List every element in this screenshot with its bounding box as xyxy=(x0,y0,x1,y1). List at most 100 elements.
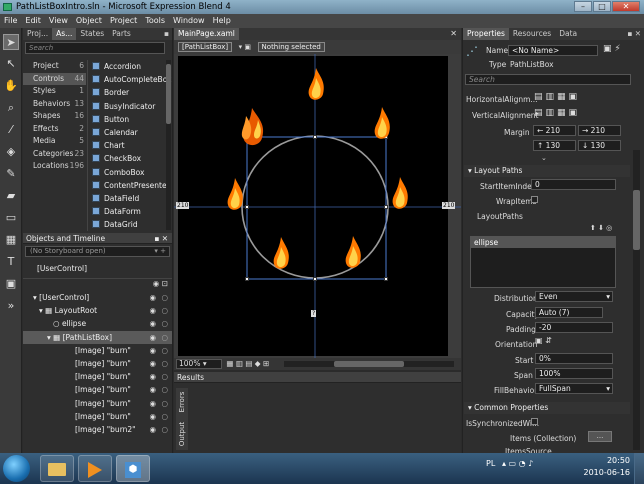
menu-window[interactable]: Window xyxy=(169,14,209,28)
lock-icon[interactable]: ○ xyxy=(161,344,168,357)
eye-icon[interactable]: ◉ xyxy=(149,357,156,370)
tab-data[interactable]: Data xyxy=(555,28,581,40)
design-surface[interactable]: 210 210 ? ? xyxy=(174,54,461,358)
category-styles[interactable]: Styles 1 xyxy=(23,85,86,98)
lock-icon[interactable]: ○ xyxy=(161,357,168,370)
start-button[interactable] xyxy=(3,455,30,482)
wrap-items-checkbox[interactable] xyxy=(531,196,538,203)
tab-mainpage-xaml[interactable]: MainPage.xaml xyxy=(174,28,239,40)
tree-item-image[interactable]: [Image] "burn" ◉ ○ xyxy=(23,410,172,423)
items-edit-button[interactable]: ... xyxy=(588,431,612,442)
is-synchronized-checkbox[interactable] xyxy=(531,418,538,425)
common-properties-section-header[interactable]: ▾ Common Properties xyxy=(464,402,630,414)
pan-tool-icon[interactable]: ✋ xyxy=(3,78,19,94)
eye-icon[interactable]: ◉ xyxy=(149,291,156,304)
menu-help[interactable]: Help xyxy=(209,14,235,28)
eye-icon[interactable]: ◉ xyxy=(149,331,156,344)
asset-contentpresenter[interactable]: ContentPresenter xyxy=(88,179,170,192)
properties-scrollbar[interactable] xyxy=(633,150,640,450)
expand-advanced-icon[interactable]: ⌄ xyxy=(541,154,547,162)
blend-taskbar-icon[interactable]: ⬢ xyxy=(116,455,150,482)
lock-icon[interactable]: ○ xyxy=(161,304,168,317)
tab-assets[interactable]: As... xyxy=(52,28,77,40)
horizontal-scroll-thumb[interactable] xyxy=(334,361,404,367)
tree-item-layoutroot[interactable]: ▾ ▦ LayoutRoot ◉ ○ xyxy=(23,304,172,317)
events-icon[interactable]: ▣ ⚡ xyxy=(603,44,621,54)
category-project[interactable]: Project 6 xyxy=(23,60,86,73)
menu-view[interactable]: View xyxy=(45,14,72,28)
category-categories[interactable]: Categories 23 xyxy=(23,148,86,161)
eye-icon[interactable]: ◉ xyxy=(149,370,156,383)
menu-project[interactable]: Project xyxy=(106,14,141,28)
margin-top-field[interactable]: ↑ 130 xyxy=(533,140,576,151)
asset-border[interactable]: Border xyxy=(88,86,165,99)
path-list-item[interactable]: ellipse xyxy=(471,237,615,248)
resize-handle[interactable] xyxy=(313,277,317,281)
selection-tool-icon[interactable]: ➤ xyxy=(3,34,19,50)
tree-item-image[interactable]: [Image] "burn" ◉ ○ xyxy=(23,344,172,357)
minimize-button[interactable]: – xyxy=(574,1,592,12)
tree-item-image[interactable]: [Image] "burn" ◉ ○ xyxy=(23,357,172,370)
flame-image[interactable] xyxy=(388,177,412,213)
text-tool-icon[interactable]: T xyxy=(3,254,19,270)
orientation-buttons[interactable]: ▣ ⇵ xyxy=(535,336,552,345)
fill-behavior-dropdown[interactable]: FullSpan ▾ xyxy=(535,383,613,394)
capacity-field[interactable]: Auto (7) xyxy=(535,307,603,318)
assets-scroll-thumb[interactable] xyxy=(166,64,171,124)
lock-icon[interactable]: ○ xyxy=(161,397,168,410)
breadcrumb[interactable]: [PathListBox] xyxy=(178,42,233,52)
resize-handle[interactable] xyxy=(313,135,317,139)
tab-resources[interactable]: Resources xyxy=(509,28,555,40)
pin-icon[interactable]: ▪ xyxy=(161,28,172,40)
direct-select-tool-icon[interactable]: ↖ xyxy=(3,56,19,72)
menu-object[interactable]: Object xyxy=(72,14,106,28)
menu-edit[interactable]: Edit xyxy=(21,14,45,28)
flame-image[interactable] xyxy=(341,236,365,272)
assets-scrollbar[interactable] xyxy=(166,60,171,230)
tree-item-image[interactable]: [Image] "burn" ◉ ○ xyxy=(23,397,172,410)
eye-icon[interactable]: ◉ xyxy=(153,279,160,288)
asset-calendar[interactable]: Calendar xyxy=(88,126,165,139)
pin-icon[interactable]: ▪ ✕ xyxy=(154,233,172,244)
asset-button[interactable]: Button xyxy=(88,113,165,126)
flame-image[interactable] xyxy=(223,178,247,214)
margin-right-field[interactable]: → 210 xyxy=(578,125,621,136)
path-order-icon[interactable]: ⬆ ⬇ ◎ xyxy=(590,224,612,232)
tab-output[interactable]: Output xyxy=(178,420,186,448)
lock-icon[interactable]: ○ xyxy=(161,291,168,304)
asset-chart[interactable]: Chart xyxy=(88,139,165,152)
lock-icon[interactable]: ○ xyxy=(161,370,168,383)
assets-search-input[interactable]: Search xyxy=(25,42,165,54)
tab-errors[interactable]: Errors xyxy=(178,388,186,416)
lock-icon[interactable]: ⊡ xyxy=(162,279,168,288)
eyedropper-tool-icon[interactable]: ⁄ xyxy=(3,122,19,138)
storyboard-selector[interactable]: (No Storyboard open) ▾ + xyxy=(25,246,170,257)
tree-item-ellipse[interactable]: ○ ellipse ◉ ○ xyxy=(23,317,172,330)
start-item-index-field[interactable]: 0 xyxy=(531,179,616,190)
show-desktop-button[interactable] xyxy=(634,453,644,484)
language-indicator[interactable]: PL xyxy=(486,459,495,468)
tab-states[interactable]: States xyxy=(76,28,108,40)
lock-icon[interactable]: ○ xyxy=(161,331,168,344)
asset-autocompletebox[interactable]: AutoCompleteBox xyxy=(88,73,172,86)
eye-icon[interactable]: ◉ xyxy=(149,304,156,317)
brush-tool-icon[interactable]: ▰ xyxy=(3,188,19,204)
properties-scroll-thumb[interactable] xyxy=(633,190,640,250)
margin-bottom-field[interactable]: ↓ 130 xyxy=(578,140,621,151)
flame-image[interactable] xyxy=(238,108,268,150)
snap-grid-icon[interactable]: ▦ ▥ ▤ ◆ ⊞ xyxy=(226,359,269,368)
distribution-dropdown[interactable]: Even ▾ xyxy=(535,291,613,302)
tab-parts[interactable]: Parts xyxy=(108,28,135,40)
asset-combobox[interactable]: ComboBox xyxy=(88,166,165,179)
tab-properties[interactable]: Properties xyxy=(463,28,509,40)
clock[interactable]: 20:50 2010-06-16 xyxy=(570,455,631,479)
span-field[interactable]: 100% xyxy=(535,368,613,379)
lock-icon[interactable]: ○ xyxy=(161,423,168,436)
zoom-dropdown[interactable]: 100% ▾ xyxy=(176,359,222,369)
lock-icon[interactable]: ○ xyxy=(161,410,168,423)
margin-left-field[interactable]: ← 210 xyxy=(533,125,576,136)
flame-image[interactable] xyxy=(370,107,394,143)
eye-icon[interactable]: ◉ xyxy=(149,423,156,436)
category-shapes[interactable]: Shapes 16 xyxy=(23,110,86,123)
name-field[interactable]: <No Name> xyxy=(508,45,598,56)
